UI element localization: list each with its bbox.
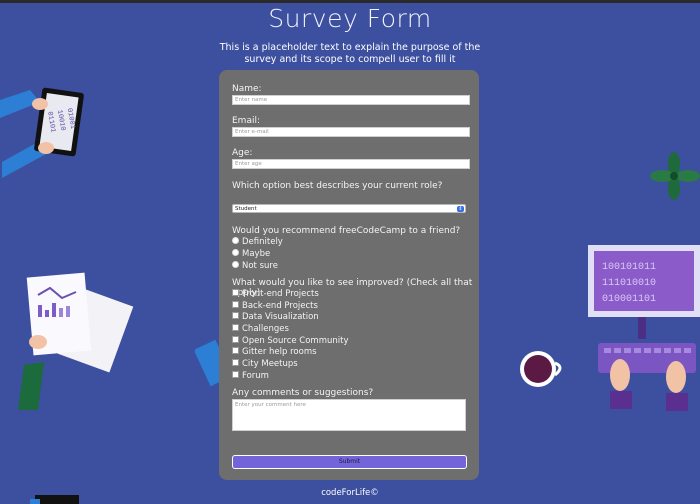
role-label: Which option best describes your current… [232,181,443,191]
top-bar [0,0,700,3]
checkbox-label: Back-end Projects [242,301,318,311]
screen-text-2: 111010010 [602,278,656,289]
age-label: Age: [232,148,253,158]
radio-label: Maybe [242,249,271,259]
radio-definitely[interactable]: Definitely [232,237,283,248]
email-input[interactable]: Enter e-mail [232,127,470,137]
comments-label: Any comments or suggestions? [232,388,374,398]
checkbox-gitter[interactable]: Gitter help rooms [232,347,317,358]
checkbox-label: Open Source Community [242,336,349,346]
radio-label: Not sure [242,261,278,271]
radio-button[interactable] [232,249,239,256]
tablet-illustration: 01001 10010 01101 [0,87,84,178]
radio-maybe[interactable]: Maybe [232,249,270,260]
papers-illustration [18,272,134,410]
computer-illustration: 100101011 111010010 010001101 [520,245,700,411]
checkbox-label: City Meetups [242,359,298,369]
plant-illustration [650,152,700,200]
checkbox[interactable] [232,336,239,343]
radio-button[interactable] [232,237,239,244]
checkbox-open-source[interactable]: Open Source Community [232,336,349,347]
role-select[interactable]: Student ⇕ [232,204,466,213]
checkbox[interactable] [232,324,239,331]
checkbox[interactable] [232,289,239,296]
survey-form: Name: Enter name Email: Enter e-mail Age… [219,70,479,480]
checkbox-label: Gitter help rooms [242,347,317,357]
checkbox-label: Forum [242,371,269,381]
submit-button[interactable]: Submit [232,455,467,469]
screen-text-1: 100101011 [602,262,656,273]
checkbox-challenges[interactable]: Challenges [232,324,289,335]
checkbox-forum[interactable]: Forum [232,371,269,382]
name-input[interactable]: Enter name [232,95,470,105]
role-select-value: Student [235,206,257,212]
comments-textarea[interactable]: Enter your comment here [232,399,466,431]
screen-text-3: 010001101 [602,294,656,305]
radio-button[interactable] [232,261,239,268]
checkbox[interactable] [232,371,239,378]
checkbox-label: Challenges [242,324,289,334]
checkbox-data-vis[interactable]: Data Visualization [232,312,319,323]
chevron-updown-icon: ⇕ [457,206,464,212]
footer-text: codeForLife© [321,488,379,498]
email-label: Email: [232,116,261,126]
checkbox-label: Front-end Projects [242,289,319,299]
radio-label: Definitely [242,237,283,247]
recommend-label: Would you recommend freeCodeCamp to a fr… [232,226,461,236]
checkbox-city-meetups[interactable]: City Meetups [232,359,298,370]
page-title: Survey Form [268,4,432,33]
checkbox[interactable] [232,312,239,319]
checkbox-label: Data Visualization [242,312,319,322]
checkbox[interactable] [232,301,239,308]
age-input[interactable]: Enter age [232,159,470,169]
checkbox[interactable] [232,359,239,366]
page-description: This is a placeholder text to explain th… [219,42,481,65]
checkbox[interactable] [232,347,239,354]
checkbox-back-end[interactable]: Back-end Projects [232,301,318,312]
radio-not-sure[interactable]: Not sure [232,261,278,272]
name-label: Name: [232,84,262,94]
checkbox-front-end[interactable]: Front-end Projects [232,289,319,300]
